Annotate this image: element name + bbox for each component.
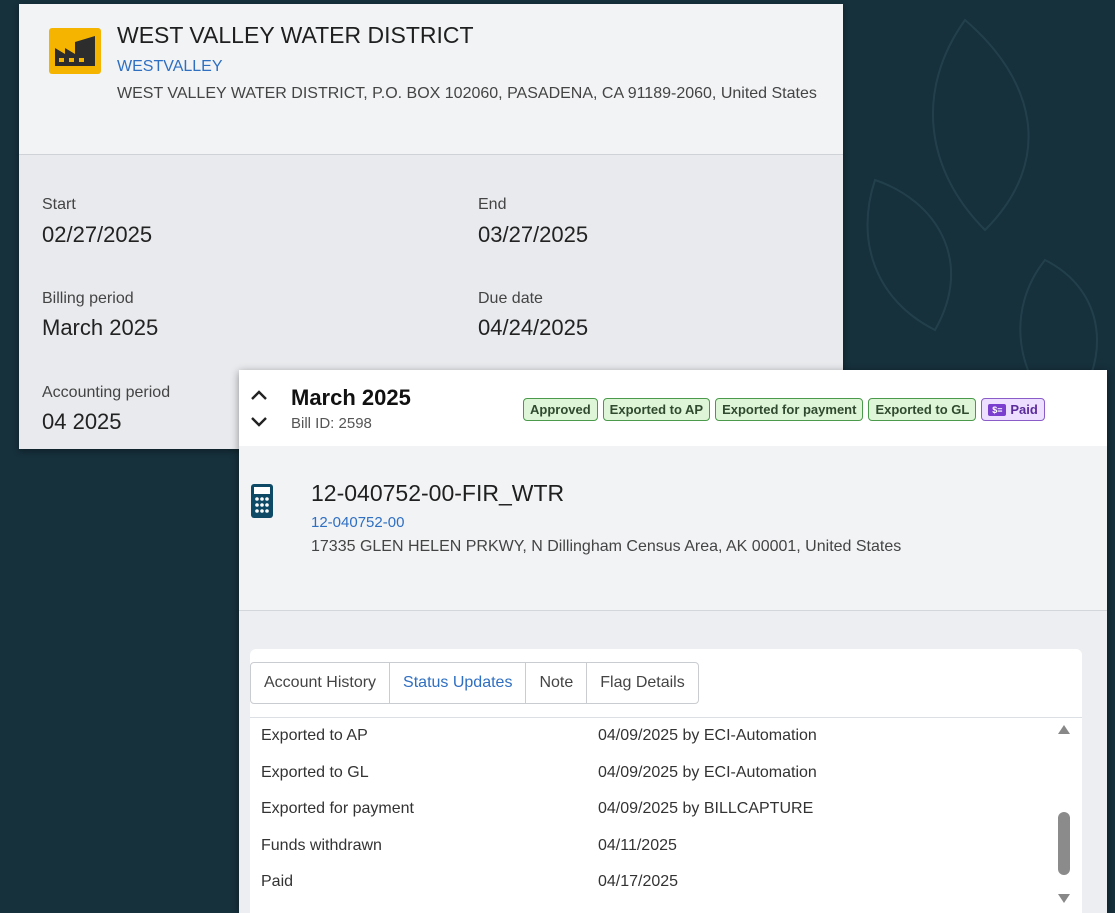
- accounting-period-label: Accounting period: [42, 384, 171, 401]
- bill-title: March 2025: [291, 385, 411, 410]
- list-item: Exported to GL 04/09/2025 by ECI-Automat…: [261, 764, 1041, 801]
- end-value: 03/27/2025: [478, 222, 589, 247]
- account-header: 12-040752-00-FIR_WTR 12-040752-00 17335 …: [239, 446, 1107, 611]
- tab-account-history[interactable]: Account History: [251, 663, 391, 703]
- status-update-list: Exported to AP 04/09/2025 by ECI-Automat…: [261, 727, 1041, 910]
- calculator-icon: [251, 484, 273, 518]
- end-label: End: [478, 196, 507, 213]
- status-name: Exported for payment: [261, 800, 414, 817]
- money-icon: $≡: [988, 403, 1007, 416]
- tab-flag-details[interactable]: Flag Details: [587, 663, 697, 703]
- vendor-address: WEST VALLEY WATER DISTRICT, P.O. BOX 102…: [117, 85, 817, 102]
- paid-badge-label: Paid: [1010, 402, 1038, 417]
- status-name: Funds withdrawn: [261, 836, 382, 854]
- accounting-period-value: 04 2025: [42, 409, 122, 434]
- vendor-name: WEST VALLEY WATER DISTRICT: [117, 22, 474, 48]
- paid-badge: $≡ Paid: [981, 398, 1045, 421]
- chevron-up-icon[interactable]: [249, 387, 269, 403]
- status-name: Paid: [261, 873, 294, 890]
- status-detail: 04/17/2025: [598, 873, 679, 890]
- scroll-up-arrow-icon[interactable]: [1058, 725, 1070, 734]
- status-detail: 04/09/2025 by BILLCAPTURE: [598, 800, 814, 817]
- list-item: Paid 04/17/2025: [261, 873, 1041, 910]
- scrollbar-thumb[interactable]: [1058, 812, 1070, 875]
- status-badge: Exported to GL: [868, 398, 977, 421]
- status-badge: Exported to AP: [602, 398, 711, 421]
- factory-icon: [49, 28, 101, 74]
- account-number-link[interactable]: 12-040752-00: [311, 514, 404, 531]
- tab-bar: Account History Status Updates Note Flag…: [250, 662, 699, 704]
- status-detail: 04/09/2025 by ECI-Automation: [598, 763, 817, 781]
- bill-card: March 2025 Bill ID: 2598 Approved Export…: [239, 370, 1107, 913]
- status-detail: 04/09/2025 by ECI-Automation: [598, 727, 817, 744]
- tab-note[interactable]: Note: [526, 663, 588, 703]
- tab-status-updates[interactable]: Status Updates: [390, 663, 527, 703]
- chevron-down-icon[interactable]: [249, 414, 269, 430]
- list-item: Exported for payment 04/09/2025 by BILLC…: [261, 800, 1041, 837]
- status-badge: Exported for payment: [715, 398, 864, 421]
- status-name: Exported to GL: [261, 763, 369, 781]
- billing-period-label: Billing period: [42, 290, 134, 307]
- status-name: Exported to AP: [261, 727, 368, 744]
- billing-period-value: March 2025: [42, 315, 159, 340]
- due-date-value: 04/24/2025: [478, 315, 589, 340]
- vendor-code-link[interactable]: WESTVALLEY: [117, 58, 223, 76]
- start-label: Start: [42, 196, 76, 213]
- bill-id: Bill ID: 2598: [291, 415, 372, 432]
- status-badges: Approved Exported to AP Exported for pay…: [523, 398, 1045, 421]
- divider: [250, 717, 1082, 718]
- status-detail: 04/11/2025: [598, 836, 677, 854]
- account-name: 12-040752-00-FIR_WTR: [311, 480, 565, 506]
- start-value: 02/27/2025: [42, 222, 153, 247]
- list-item: Exported to AP 04/09/2025 by ECI-Automat…: [261, 727, 1041, 764]
- list-item: Funds withdrawn 04/11/2025: [261, 837, 1041, 874]
- status-badge: Approved: [523, 398, 598, 421]
- details-panel: Account History Status Updates Note Flag…: [250, 649, 1082, 913]
- vendor-header: WEST VALLEY WATER DISTRICT WESTVALLEY WE…: [19, 4, 843, 155]
- due-date-label: Due date: [478, 290, 543, 307]
- account-address: 17335 GLEN HELEN PRKWY, N Dillingham Cen…: [311, 538, 902, 555]
- bill-header: March 2025 Bill ID: 2598 Approved Export…: [239, 370, 1107, 446]
- scroll-down-arrow-icon[interactable]: [1058, 894, 1070, 903]
